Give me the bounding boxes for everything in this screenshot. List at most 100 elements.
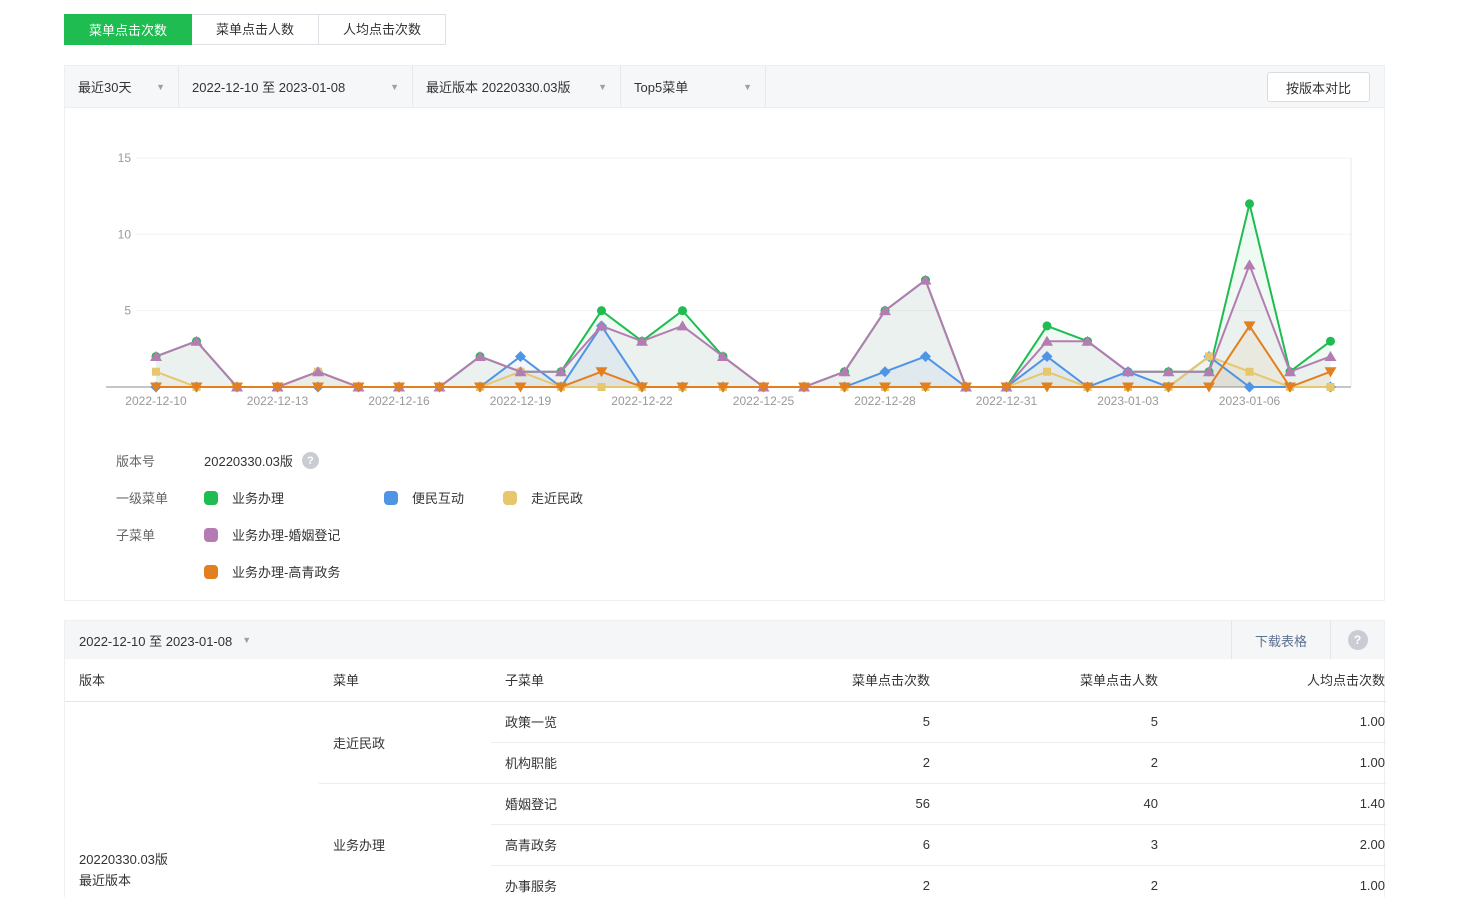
- avg-clicks-cell: 2.00: [1159, 824, 1386, 865]
- sub-menu-cell: 机构职能: [491, 742, 731, 783]
- col-version: 版本: [65, 659, 319, 701]
- col-menu: 菜单: [319, 659, 491, 701]
- svg-text:2022-12-19: 2022-12-19: [490, 394, 552, 408]
- period-filter[interactable]: 最近30天 ▼: [65, 66, 179, 107]
- chart-legend: 版本号 20220330.03版 ? 一级菜单 业务办理 便民互动 走近民政 子菜单…: [65, 442, 1384, 590]
- svg-text:2022-12-13: 2022-12-13: [247, 394, 309, 408]
- date-range-filter[interactable]: 2022-12-10 至 2023-01-08 ▼: [179, 66, 413, 107]
- menu-clicks-cell: 6: [731, 824, 931, 865]
- legend-item[interactable]: 业务办理-高青政务: [204, 562, 340, 581]
- svg-text:2023-01-03: 2023-01-03: [1097, 394, 1159, 408]
- metric-tabbar: 菜单点击次数 菜单点击人数 人均点击次数: [64, 14, 446, 45]
- tab-menu-users[interactable]: 菜单点击人数: [192, 14, 319, 45]
- col-menu-users: 菜单点击人数: [931, 659, 1159, 701]
- svg-text:10: 10: [118, 227, 132, 241]
- sub-menu-cell: 高青政务: [491, 824, 731, 865]
- level1-legend-items: 业务办理 便民互动 走近民政: [204, 488, 583, 507]
- version-number-value: 20220330.03版: [204, 451, 293, 470]
- table-help-cell: ?: [1331, 621, 1384, 659]
- chevron-down-icon: ▼: [598, 82, 607, 92]
- legend-item[interactable]: 走近民政: [503, 488, 583, 507]
- col-menu-clicks: 菜单点击次数: [731, 659, 931, 701]
- version-filter-label: 最近版本 20220330.03版: [426, 77, 571, 96]
- sub-menu-cell: 政策一览: [491, 701, 731, 742]
- menu-clicks-cell: 2: [731, 865, 931, 897]
- avg-clicks-cell: 1.40: [1159, 783, 1386, 824]
- sub-legend-items-2: 业务办理-高青政务: [204, 562, 340, 581]
- table-actions: 下载表格 ?: [1231, 621, 1384, 659]
- top5-filter[interactable]: Top5菜单 ▼: [621, 66, 766, 107]
- svg-text:15: 15: [118, 151, 132, 165]
- svg-text:5: 5: [124, 304, 131, 318]
- legend-item[interactable]: 业务办理-婚姻登记: [204, 525, 340, 544]
- avg-clicks-cell: 1.00: [1159, 701, 1386, 742]
- sub-menu-label: 子菜单: [116, 525, 204, 544]
- sub-legend-items-1: 业务办理-婚姻登记: [204, 525, 340, 544]
- version-filter[interactable]: 最近版本 20220330.03版 ▼: [413, 66, 621, 107]
- legend-item-label: 业务办理-高青政务: [232, 562, 340, 581]
- table-help-icon[interactable]: ?: [1348, 630, 1368, 650]
- legend-item-label: 业务办理-婚姻登记: [232, 525, 340, 544]
- version-help-icon[interactable]: ?: [302, 452, 319, 469]
- legend-item-label: 便民互动: [412, 488, 464, 507]
- period-filter-label: 最近30天: [78, 77, 131, 96]
- sub-menu-cell: 婚姻登记: [491, 783, 731, 824]
- table-topbar: 2022-12-10 至 2023-01-08 ▼ 下载表格 ?: [65, 621, 1384, 659]
- chevron-down-icon[interactable]: ▼: [242, 635, 251, 645]
- version-tag: 最近版本: [79, 870, 319, 891]
- table-panel: 2022-12-10 至 2023-01-08 ▼ 下载表格 ? 版本 菜单 子…: [64, 620, 1385, 897]
- line-chart-svg: 5 10 15 2022-12-10 2022-12-13 2022-12-16 2022-…: [65, 108, 1384, 420]
- menu-users-cell: 2: [931, 865, 1159, 897]
- line-chart[interactable]: 5 10 15 2022-12-10 2022-12-13 2022-12-16 2022-…: [65, 108, 1384, 420]
- table-row: 20220330.03版最近版本走近民政政策一览551.00: [65, 701, 1386, 742]
- date-range-label: 2022-12-10 至 2023-01-08: [192, 77, 345, 96]
- chevron-down-icon: ▼: [156, 82, 165, 92]
- legend-item-label: 业务办理: [232, 488, 284, 507]
- legend-item[interactable]: 业务办理: [204, 488, 384, 507]
- legend-sub-row-1: 子菜单 业务办理-婚姻登记: [116, 516, 1384, 553]
- col-avg-clicks: 人均点击次数: [1159, 659, 1386, 701]
- svg-text:2022-12-25: 2022-12-25: [733, 394, 795, 408]
- col-submenu: 子菜单: [491, 659, 731, 701]
- legend-swatch-icon: [503, 491, 517, 505]
- tab-menu-clicks[interactable]: 菜单点击次数: [64, 14, 192, 45]
- sub-menu-cell: 办事服务: [491, 865, 731, 897]
- tab-avg-clicks[interactable]: 人均点击次数: [319, 14, 446, 45]
- menu-clicks-cell: 2: [731, 742, 931, 783]
- version-number-label: 版本号: [116, 451, 204, 470]
- version-cell: 20220330.03版最近版本: [65, 701, 319, 897]
- filter-bar: 最近30天 ▼ 2022-12-10 至 2023-01-08 ▼ 最近版本 2…: [65, 66, 1384, 108]
- legend-item-label: 走近民政: [531, 488, 583, 507]
- svg-text:2022-12-22: 2022-12-22: [611, 394, 673, 408]
- legend-swatch-icon: [384, 491, 398, 505]
- analytics-page: 菜单点击次数 菜单点击人数 人均点击次数 最近30天 ▼ 2022-12-10 …: [0, 0, 1460, 897]
- compare-by-version-button[interactable]: 按版本对比: [1267, 72, 1370, 102]
- menu-users-cell: 5: [931, 701, 1159, 742]
- svg-text:2022-12-10: 2022-12-10: [125, 394, 187, 408]
- menu-users-cell: 40: [931, 783, 1159, 824]
- legend-version-row: 版本号 20220330.03版 ?: [116, 442, 1384, 479]
- svg-text:2022-12-16: 2022-12-16: [368, 394, 430, 408]
- table-header-row: 版本 菜单 子菜单 菜单点击次数 菜单点击人数 人均点击次数: [65, 659, 1386, 701]
- svg-text:2023-01-06: 2023-01-06: [1219, 394, 1281, 408]
- chevron-down-icon: ▼: [390, 82, 399, 92]
- avg-clicks-cell: 1.00: [1159, 865, 1386, 897]
- chevron-down-icon: ▼: [743, 82, 752, 92]
- avg-clicks-cell: 1.00: [1159, 742, 1386, 783]
- legend-item[interactable]: 便民互动: [384, 488, 503, 507]
- menu-cell: 走近民政: [319, 701, 491, 783]
- table-date-range[interactable]: 2022-12-10 至 2023-01-08: [79, 631, 232, 650]
- menu-clicks-cell: 5: [731, 701, 931, 742]
- legend-swatch-icon: [204, 565, 218, 579]
- legend-swatch-icon: [204, 528, 218, 542]
- download-table-button[interactable]: 下载表格: [1231, 621, 1331, 659]
- chart-panel: 最近30天 ▼ 2022-12-10 至 2023-01-08 ▼ 最近版本 2…: [64, 65, 1385, 601]
- level1-menu-label: 一级菜单: [116, 488, 204, 507]
- menu-users-cell: 2: [931, 742, 1159, 783]
- svg-text:2022-12-28: 2022-12-28: [854, 394, 916, 408]
- legend-sub-row-2: 业务办理-高青政务: [116, 553, 1384, 590]
- top5-filter-label: Top5菜单: [634, 77, 688, 96]
- version-name: 20220330.03版: [79, 849, 319, 870]
- legend-level1-row: 一级菜单 业务办理 便民互动 走近民政: [116, 479, 1384, 516]
- menu-users-cell: 3: [931, 824, 1159, 865]
